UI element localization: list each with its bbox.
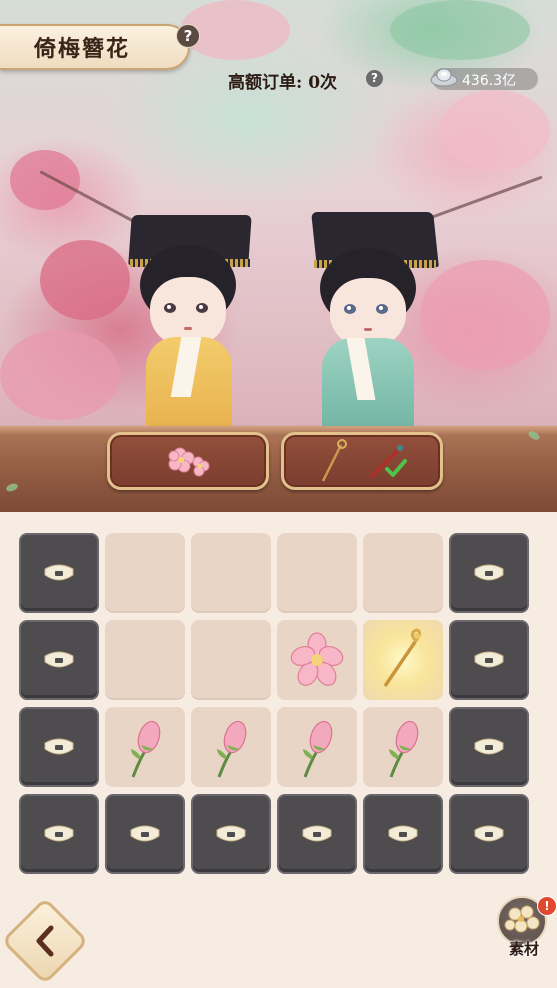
board-cell-empty[interactable] xyxy=(191,620,271,700)
plum-bud-icon xyxy=(217,720,247,778)
board-cell-plum-bud[interactable] xyxy=(191,707,271,787)
board-cell-locked xyxy=(449,794,529,874)
board-cell-plum-flower[interactable] xyxy=(277,620,357,700)
blossom-cluster xyxy=(40,240,130,320)
board-cell-locked xyxy=(19,707,99,787)
lock-icon xyxy=(474,651,504,668)
board-cell-locked xyxy=(19,620,99,700)
high-orders-indicator: 高额订单: 0次 xyxy=(228,68,337,93)
foliage-cluster xyxy=(390,0,530,60)
board-cell-locked xyxy=(19,533,99,613)
lock-icon xyxy=(388,825,418,842)
lock-icon xyxy=(302,825,332,842)
board-cell-empty[interactable] xyxy=(363,533,443,613)
check-icon xyxy=(385,459,407,477)
lock-icon xyxy=(474,564,504,581)
hairpin-icon xyxy=(321,439,347,482)
blossom-cluster xyxy=(10,150,80,210)
lock-icon xyxy=(474,738,504,755)
order-slot-1[interactable] xyxy=(107,432,269,490)
currency-display[interactable]: 436.3亿 xyxy=(430,68,538,90)
board-cell-locked xyxy=(105,794,185,874)
lock-icon xyxy=(44,738,74,755)
plum-blossom-icon xyxy=(168,447,210,477)
lock-icon xyxy=(44,651,74,668)
plum-flower-icon xyxy=(290,632,344,686)
high-orders-count: 0次 xyxy=(308,73,338,93)
board-cell-plum-bud[interactable] xyxy=(105,707,185,787)
golden-hairpin-icon xyxy=(383,628,422,687)
board-cell-locked xyxy=(449,707,529,787)
order-shelf xyxy=(0,426,557,512)
lock-icon xyxy=(44,564,74,581)
high-orders-help-button[interactable]: ? xyxy=(366,70,383,87)
tassel-icon xyxy=(369,445,407,479)
plum-bud-icon xyxy=(303,720,333,778)
board-cell-empty[interactable] xyxy=(277,533,357,613)
board-cell-locked xyxy=(191,794,271,874)
silver-ingot-icon xyxy=(430,68,458,87)
board-cell-plum-bud[interactable] xyxy=(363,707,443,787)
board-cell-plum-bud[interactable] xyxy=(277,707,357,787)
chevron-left-icon xyxy=(36,925,54,957)
plum-bud-icon xyxy=(389,720,419,778)
lock-icon xyxy=(130,825,160,842)
scene-background: 倚梅簪花 ? 高额订单: 0次 ? 436.3亿 xyxy=(0,0,557,430)
currency-value: 436.3亿 xyxy=(462,73,517,89)
order-slot-2[interactable] xyxy=(281,432,443,490)
lock-icon xyxy=(44,825,74,842)
board-cell-locked xyxy=(363,794,443,874)
board-cell-empty[interactable] xyxy=(191,533,271,613)
board-cell-empty[interactable] xyxy=(105,533,185,613)
material-label: 素材 xyxy=(508,940,539,958)
high-orders-label: 高额订单: xyxy=(228,73,303,93)
page-title: 倚梅簪花 xyxy=(34,36,131,62)
board-cell-locked xyxy=(449,533,529,613)
blossom-cluster xyxy=(440,90,550,170)
board-cell-locked xyxy=(277,794,357,874)
blossom-cluster xyxy=(0,330,120,420)
help-button[interactable]: ? xyxy=(176,24,200,48)
board-cell-golden-hairpin[interactable] xyxy=(363,620,443,700)
plum-bud-icon xyxy=(131,720,161,778)
lock-icon xyxy=(474,825,504,842)
lock-icon xyxy=(216,825,246,842)
board-cell-locked xyxy=(449,620,529,700)
character-teal-robed-lady xyxy=(310,212,450,430)
board-cell-empty[interactable] xyxy=(105,620,185,700)
title-banner: 倚梅簪花 xyxy=(0,24,190,70)
character-yellow-robed-lady xyxy=(120,215,260,430)
board-cell-locked xyxy=(19,794,99,874)
notification-badge: ! xyxy=(537,896,557,916)
